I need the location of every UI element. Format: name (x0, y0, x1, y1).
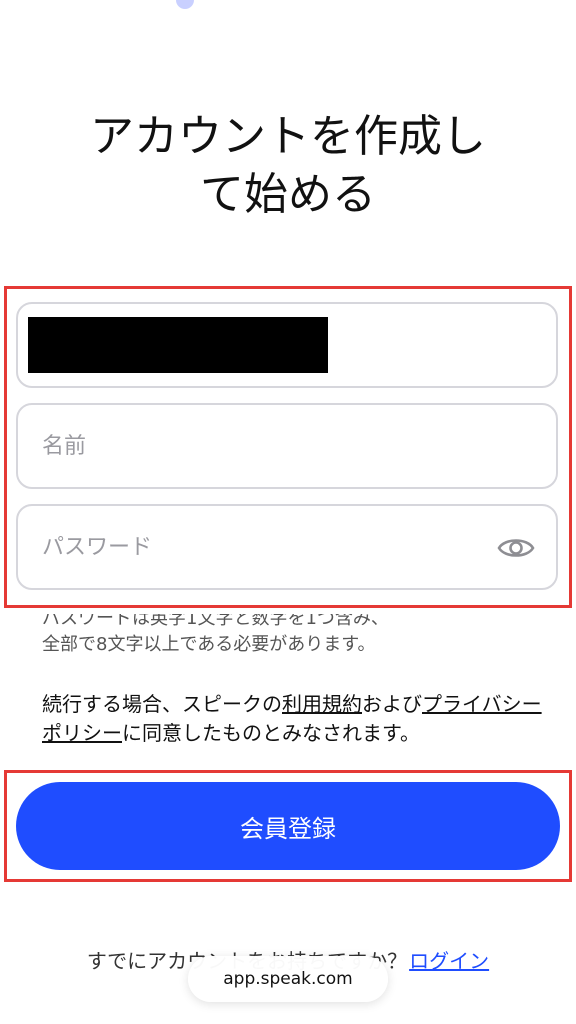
consent-text: 続行する場合、スピークの利用規約およびプライバシーポリシーに同意したものとみなさ… (42, 690, 542, 748)
page-title: アカウントを作成し て始める (40, 108, 536, 224)
login-link[interactable]: ログイン (409, 949, 489, 973)
browser-url-text: app.speak.com (223, 969, 353, 989)
signup-page: アカウントを作成し て始める パスワードは英字1文字と数字を1つ含み、 全部で8… (0, 0, 576, 1024)
title-line-2: て始める (200, 169, 376, 220)
hint-overlap-mask (0, 608, 576, 614)
terms-link[interactable]: 利用規約 (282, 692, 362, 716)
password-hint-line-2: 全部で8文字以上である必要があります。 (42, 634, 376, 655)
button-highlight-box (4, 770, 572, 882)
form-highlight-box (4, 286, 572, 608)
consent-suffix: に同意したものとみなされます。 (122, 721, 420, 745)
progress-indicator (176, 0, 194, 9)
title-line-1: アカウントを作成し (90, 111, 486, 162)
consent-middle: および (362, 692, 422, 716)
consent-prefix: 続行する場合、スピークの (42, 692, 282, 716)
browser-url-bar[interactable]: app.speak.com (188, 956, 388, 1002)
